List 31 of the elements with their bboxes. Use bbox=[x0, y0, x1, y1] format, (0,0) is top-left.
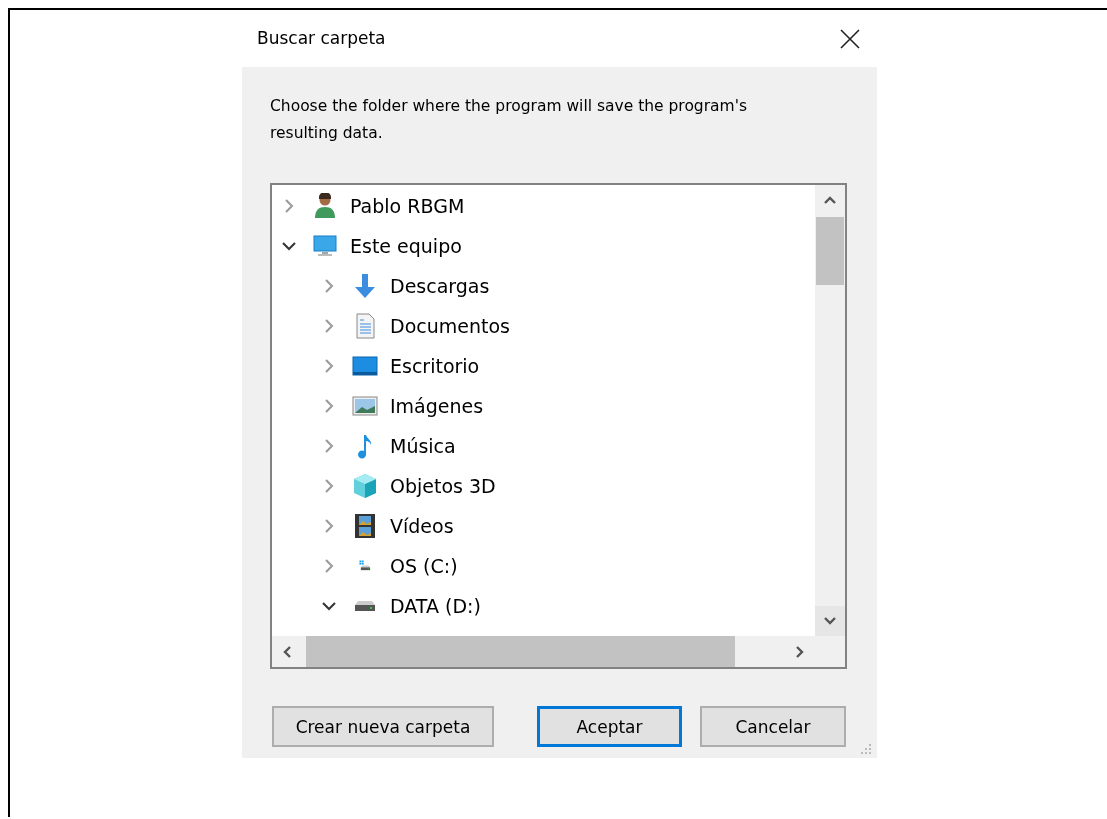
tree-item[interactable]: Música bbox=[272, 426, 815, 466]
scroll-thumb[interactable] bbox=[816, 217, 844, 285]
dialog-button[interactable]: Crear nueva carpeta bbox=[272, 706, 494, 747]
resize-grip-icon[interactable] bbox=[859, 742, 873, 756]
image-icon bbox=[352, 393, 378, 419]
down-arrow-icon bbox=[352, 273, 378, 299]
tree-item[interactable]: Escritorio bbox=[272, 346, 815, 386]
horizontal-scrollbar[interactable] bbox=[272, 636, 815, 667]
tree-item[interactable]: Objetos 3D bbox=[272, 466, 815, 506]
tree-item[interactable]: Descargas bbox=[272, 266, 815, 306]
dialog-button[interactable]: Cancelar bbox=[700, 706, 846, 747]
tree-item[interactable]: Pablo RBGM bbox=[272, 186, 815, 226]
dialog-button[interactable]: Aceptar bbox=[537, 706, 682, 747]
tree-item[interactable]: Vídeos bbox=[272, 506, 815, 546]
tree-item[interactable]: Imágenes bbox=[272, 386, 815, 426]
close-icon[interactable] bbox=[839, 27, 861, 50]
tree-item[interactable]: Documentos bbox=[272, 306, 815, 346]
scroll-thumb[interactable] bbox=[306, 636, 735, 667]
film-strip-icon bbox=[352, 513, 378, 539]
instruction-text: Choose the folder where the program will save the program's resulting data. bbox=[270, 96, 749, 144]
monitor-icon bbox=[312, 233, 338, 259]
scrollbar-corner bbox=[815, 636, 845, 667]
cube-icon bbox=[352, 473, 378, 499]
drive-icon bbox=[352, 600, 378, 612]
person-icon bbox=[312, 193, 338, 219]
window-title: Buscar carpeta bbox=[257, 27, 386, 48]
tree-item[interactable]: DATA (D:) bbox=[272, 586, 815, 626]
vertical-scrollbar[interactable] bbox=[815, 185, 845, 636]
tree-item[interactable]: OS (C:) bbox=[272, 546, 815, 586]
screen-icon bbox=[352, 353, 378, 379]
tree-item[interactable]: Este equipo bbox=[272, 226, 815, 266]
